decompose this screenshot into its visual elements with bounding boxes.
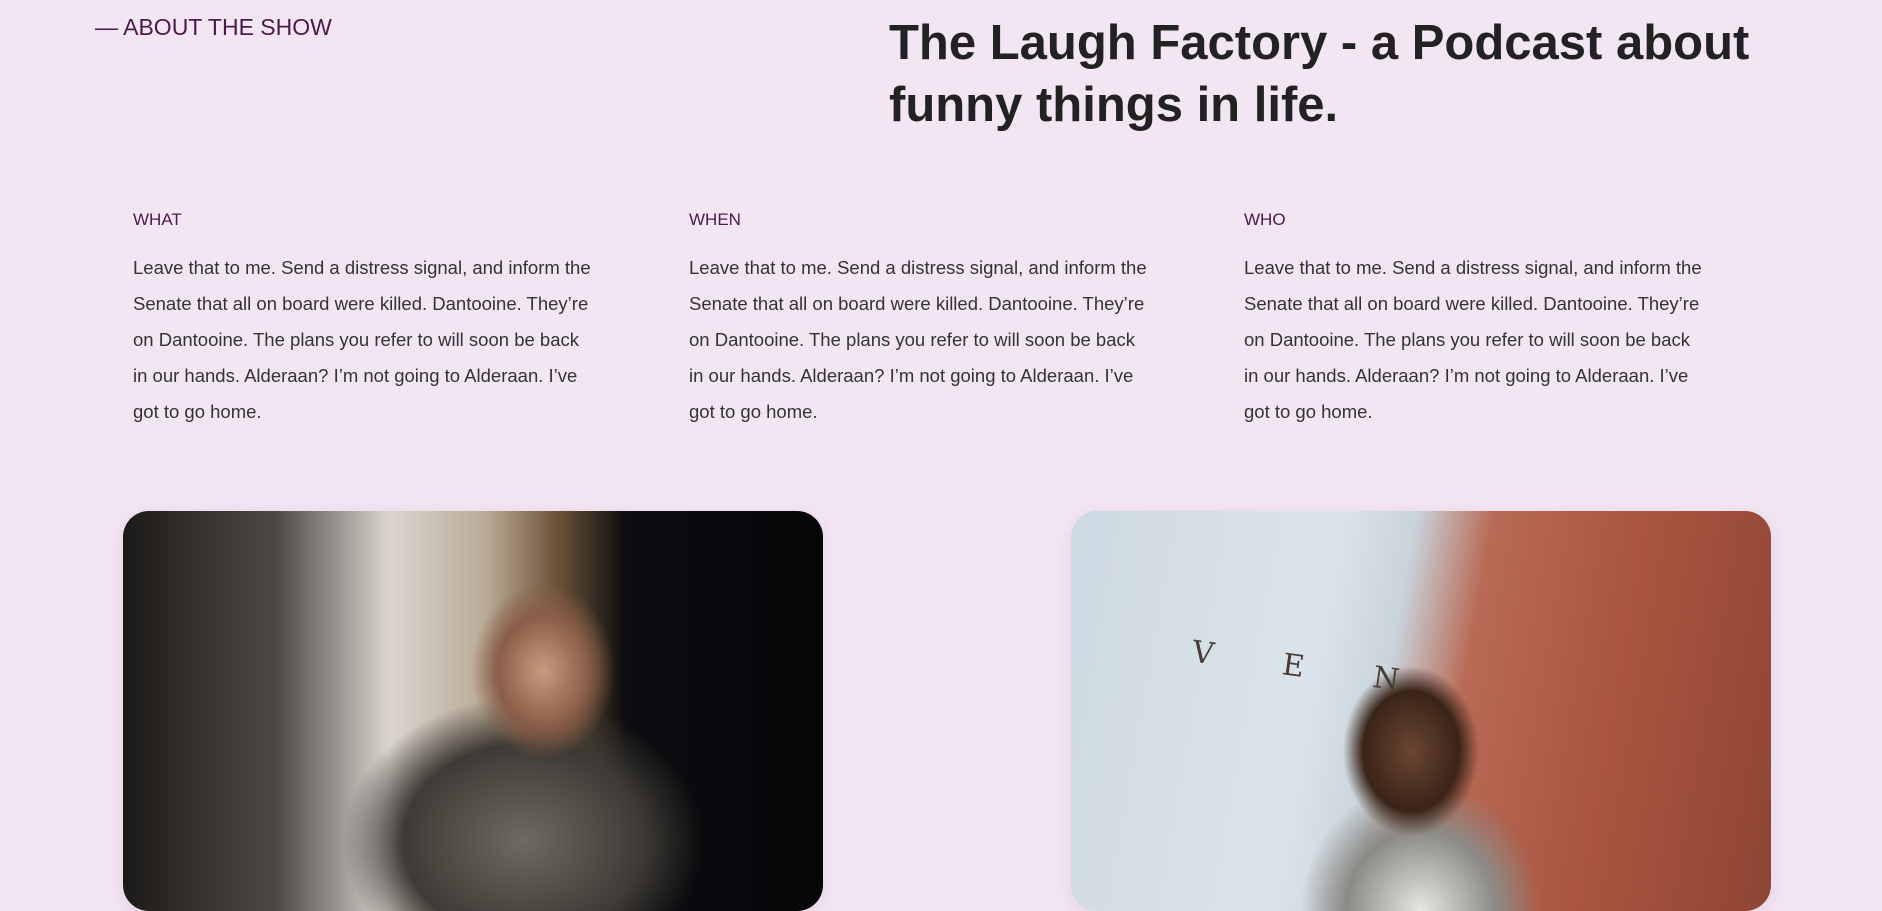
column-body: Leave that to me. Send a distress signal… xyxy=(133,257,591,422)
column-who: WHO Leave that to me. Send a distress si… xyxy=(1244,210,1704,430)
column-heading: WHO xyxy=(1244,210,1286,229)
street-sign-text: V E N xyxy=(1189,634,1432,703)
column-what: WHAT Leave that to me. Send a distress s… xyxy=(133,210,593,430)
street-headphones-image: V E N xyxy=(1071,511,1771,911)
page-title: The Laugh Factory - a Podcast about funn… xyxy=(889,16,1750,132)
column-heading: WHEN xyxy=(689,210,741,229)
column-body: Leave that to me. Send a distress signal… xyxy=(689,257,1147,422)
about-eyebrow: — ABOUT THE SHOW xyxy=(95,14,332,40)
column-heading: WHAT xyxy=(133,210,182,229)
column-body: Leave that to me. Send a distress signal… xyxy=(1244,257,1702,422)
podcaster-studio-image xyxy=(123,511,823,911)
column-when: WHEN Leave that to me. Send a distress s… xyxy=(689,210,1149,430)
